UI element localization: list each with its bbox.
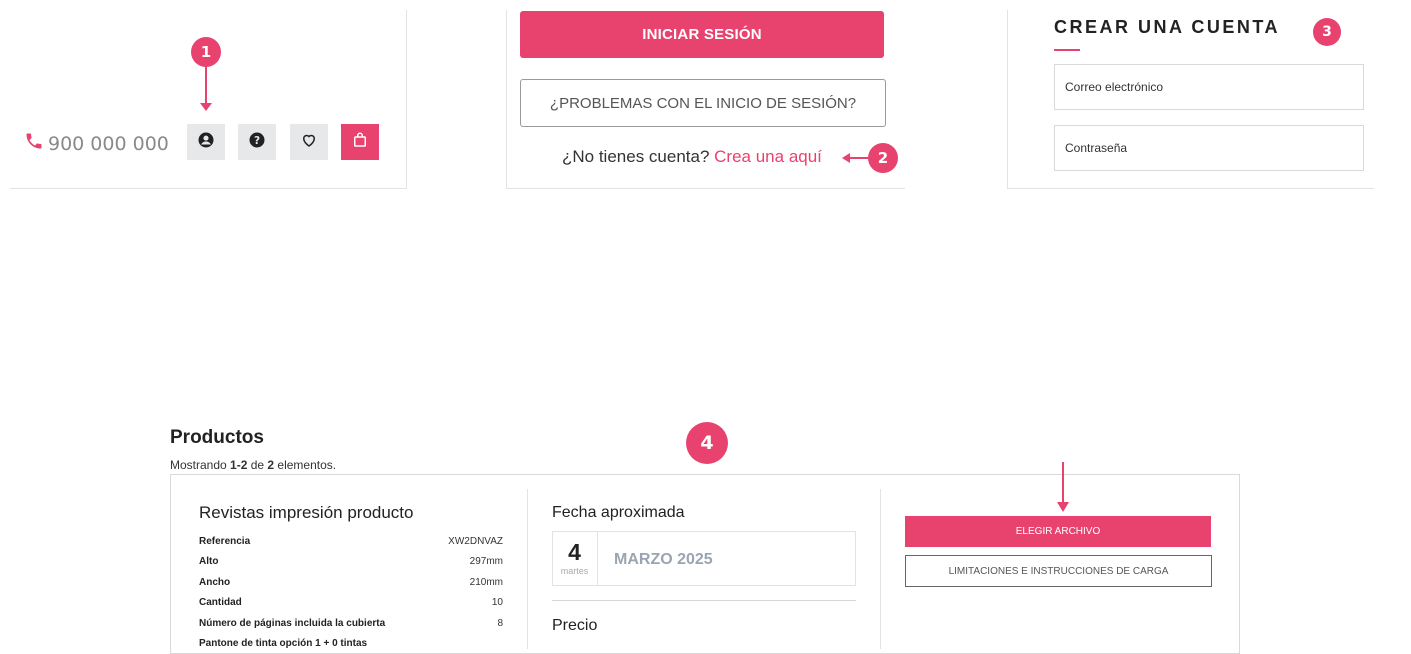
count-mid: de [247,458,268,472]
upload-instructions-button[interactable]: LIMITACIONES E INSTRUCCIONES DE CARGA [905,555,1212,587]
account-button[interactable] [187,124,225,160]
phone-icon [24,131,44,156]
no-account-text: ¿No tienes cuenta? [562,147,710,166]
phone-number: 900 000 000 [48,132,169,155]
login-trouble-button[interactable]: ¿PROBLEMAS CON EL INICIO DE SESIÓN? [520,79,886,127]
product-specs: Referencia XW2DNVAZ Alto 297mm Ancho 210mm Can… [199,532,503,654]
date-title: Fecha aproximada [552,504,685,521]
spec-label: Alto [199,556,219,568]
step-badge-1: 1 [191,37,221,67]
spec-value: XW2DNVAZ [448,536,503,547]
user-icon [197,131,215,154]
register-title: CREAR UNA CUENTA [1054,17,1280,37]
spec-value: 8 [497,617,503,629]
no-account-line: ¿No tienes cuenta? Crea una aquí [562,147,822,167]
email-field[interactable]: Correo electrónico [1054,64,1364,110]
annotation-arrowhead [200,103,212,111]
annotation-arrow-down [1062,462,1064,504]
spec-row: Número de páginas incluida la cubierta 8 [199,614,503,634]
product-name: Revistas impresión producto [199,503,414,522]
spec-value: 210mm [469,576,503,588]
products-count: Mostrando 1-2 de 2 elementos. [170,458,336,472]
column-divider [527,489,528,649]
help-icon: ? [248,131,266,154]
section-divider [552,600,856,601]
column-divider [880,489,881,649]
step-badge-2: 2 [868,143,898,173]
spec-row: Pantone de tinta opción 1 + 0 tintas [199,634,503,654]
step-badge-4: 4 [686,422,728,464]
count-prefix: Mostrando [170,458,231,472]
help-button[interactable]: ? [238,124,276,160]
date-weekday: martes [560,566,589,576]
choose-file-button[interactable]: ELEGIR ARCHIVO [905,516,1211,547]
spec-row: Ancho 210mm [199,573,503,593]
date-day-cell: 4 martes [552,531,598,586]
cart-button[interactable] [341,124,379,160]
spec-label: Ancho [199,576,231,588]
spec-row: Alto 297mm [199,552,503,572]
spec-label: Referencia [199,536,251,547]
title-underline [1054,49,1080,51]
products-title: Productos [170,427,264,448]
spec-label: Cantidad [199,597,242,609]
password-field[interactable]: Contraseña [1054,125,1364,171]
annotation-arrow-left [848,157,870,159]
annotation-arrowhead [842,153,850,163]
svg-text:?: ? [254,134,260,146]
phone-contact[interactable]: 900 000 000 [24,131,169,156]
spec-label: Número de páginas incluida la cubierta [199,617,386,629]
spec-row: Cantidad 10 [199,593,503,613]
spec-row: Referencia XW2DNVAZ [199,532,503,552]
spec-label: Pantone de tinta opción 1 + 0 tintas [199,637,368,649]
annotation-arrow-down [205,66,207,106]
spec-value: 10 [491,597,503,609]
heart-icon [300,131,318,154]
count-suffix: elementos. [274,458,337,472]
date-month-year: MARZO 2025 [614,551,713,568]
date-day: 4 [568,539,581,565]
annotation-arrowhead [1057,502,1069,512]
wishlist-button[interactable] [290,124,328,160]
login-button[interactable]: INICIAR SESIÓN [520,11,884,58]
bag-icon [351,131,369,154]
price-title: Precio [552,617,598,634]
spec-value: 297mm [469,556,503,568]
create-account-link[interactable]: Crea una aquí [714,147,822,166]
step-badge-3: 3 [1313,18,1341,46]
count-range: 1-2 [230,458,248,472]
